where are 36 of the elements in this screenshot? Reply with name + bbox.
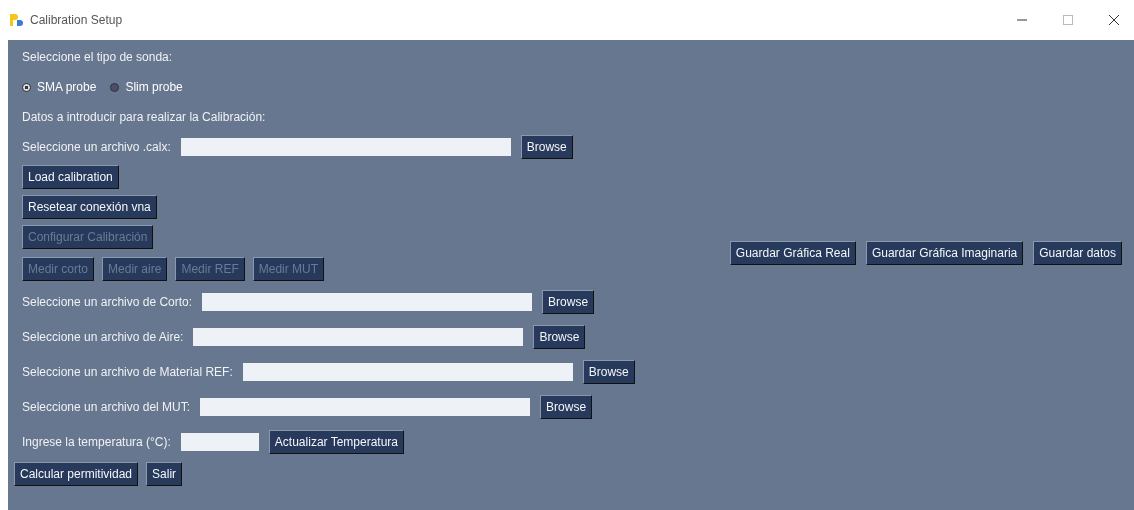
save-button[interactable]: Guardar Gráfica Real <box>729 241 856 265</box>
field-label: Seleccione un archivo .calx: <box>22 140 171 154</box>
radio-button[interactable] <box>110 82 120 92</box>
app-logo-icon <box>8 12 24 28</box>
action-button[interactable]: Resetear conexión vna <box>22 195 157 219</box>
update-temperature-button[interactable]: Actualizar Temperatura <box>268 429 405 454</box>
radio-button[interactable] <box>22 82 31 92</box>
browse-button[interactable]: Browse <box>533 324 586 349</box>
file-path-field[interactable] <box>242 362 573 381</box>
instructions-text: Datos a introducir para realizar la Calibración: <box>22 110 266 124</box>
file-path-field[interactable] <box>180 138 511 156</box>
action-button[interactable]: Calcular permitividad <box>14 462 139 486</box>
close-icon[interactable] <box>1108 14 1120 26</box>
browse-button[interactable]: Browse <box>582 359 635 384</box>
action-button[interactable]: Salir <box>146 462 183 486</box>
action-button[interactable]: Load calibration <box>22 165 119 189</box>
field-label: Seleccione un archivo de Aire: <box>22 329 184 344</box>
save-button[interactable]: Guardar Gráfica Imaginaria <box>865 241 1024 265</box>
browse-button[interactable]: Browse <box>540 394 593 419</box>
radio-option[interactable]: SMA probe <box>22 80 97 94</box>
probe-type-label: Seleccione el tipo de sonda: <box>22 50 173 64</box>
field-label: Seleccione un archivo de Corto: <box>22 294 193 309</box>
radio-label[interactable]: Slim probe <box>125 80 183 94</box>
radio-label[interactable]: SMA probe <box>37 80 97 94</box>
field-label: Seleccione un archivo del MUT: <box>22 399 191 414</box>
radio-option[interactable]: Slim probe <box>110 80 183 94</box>
file-path-field[interactable] <box>193 327 524 346</box>
browse-button[interactable]: Browse <box>542 289 595 314</box>
temperature-field[interactable] <box>180 432 259 451</box>
window-title: Calibration Setup <box>30 13 123 27</box>
save-button[interactable]: Guardar datos <box>1033 241 1122 265</box>
file-path-field[interactable] <box>202 292 533 311</box>
browse-button[interactable]: Browse <box>520 135 573 159</box>
field-label: Seleccione un archivo de Material REF: <box>22 364 233 379</box>
field-label: Ingrese la temperatura (°C): <box>22 434 171 449</box>
file-path-field[interactable] <box>200 397 531 416</box>
